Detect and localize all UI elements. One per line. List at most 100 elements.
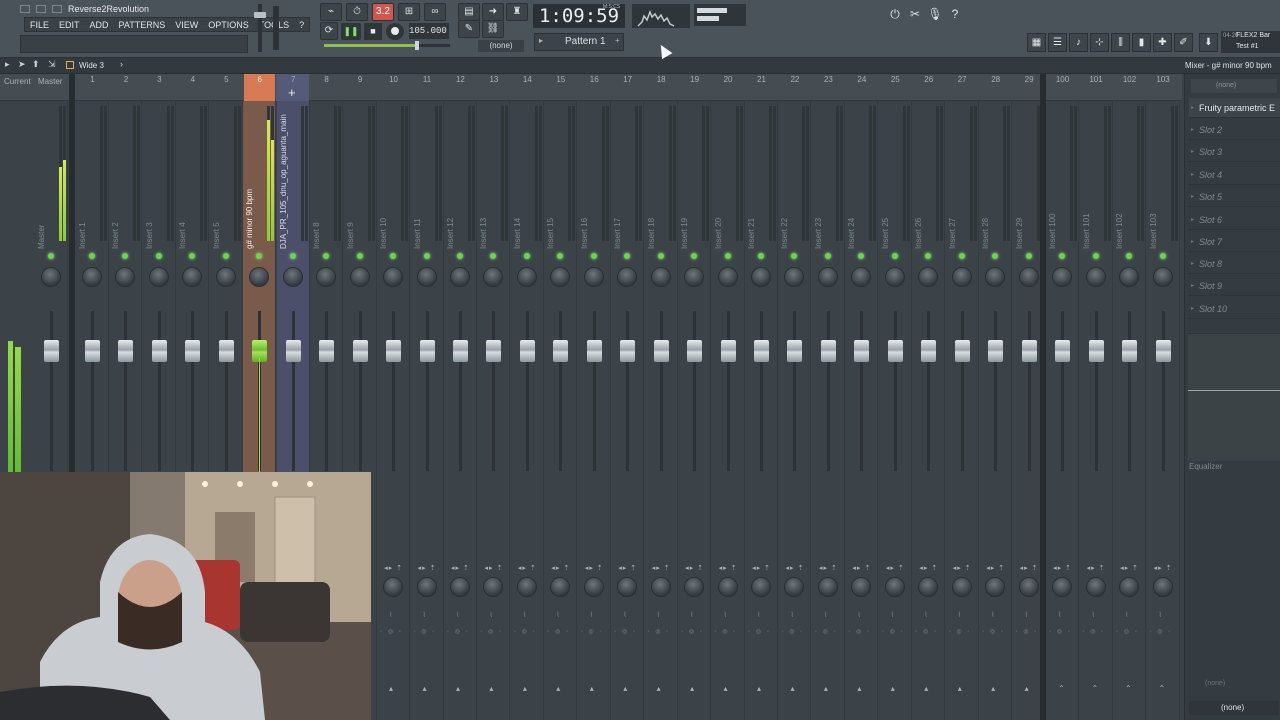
enable-led-icon[interactable] (1159, 253, 1166, 259)
snap-select[interactable]: (none) (478, 40, 524, 52)
route-arrow-icon[interactable]: ▴ (924, 684, 928, 693)
volume-fader[interactable] (954, 340, 970, 362)
stereo-separation-knob[interactable] (751, 577, 771, 597)
enable-led-icon[interactable] (791, 253, 798, 259)
strip-name[interactable]: Insert 16 (580, 109, 594, 249)
mixer-strip-23[interactable]: 23 Insert 23 ◂▸ ⇡ ⌇ ◦ ◎ ◦ ▴ (812, 75, 845, 720)
volume-fader[interactable] (854, 340, 870, 362)
volume-fader[interactable] (1122, 340, 1137, 362)
volume-fader[interactable] (553, 340, 569, 362)
pattern-add-icon[interactable]: + (615, 36, 620, 45)
pan-knob[interactable] (215, 267, 236, 287)
stereo-separation-knob[interactable] (784, 577, 805, 597)
strip-name[interactable]: Insert 12 (446, 109, 460, 249)
disk-record-icon[interactable]: ◦ ◎ ◦ (414, 628, 437, 635)
typing-keyboard-icon[interactable]: ▤ (458, 3, 480, 21)
polarity-icon[interactable]: ⌇ (423, 611, 426, 619)
mixer-strip-10[interactable]: 10 Insert 10 ◂▸ ⇡ ⌇ ◦ ◎ ◦ ▴ (377, 75, 411, 720)
stereo-separation-knob[interactable] (383, 577, 404, 597)
strip-name[interactable]: DJA_PR_105_dnu_op_aguanta_main (279, 109, 293, 249)
enable-led-icon[interactable] (992, 253, 999, 259)
route-arrow-icon[interactable]: ▴ (757, 684, 761, 693)
polarity-icon[interactable]: ⌇ (991, 611, 994, 619)
pan-knob[interactable] (784, 267, 805, 287)
fx-slot-10[interactable]: ▸ Slot 10 (1189, 299, 1280, 319)
disk-record-icon[interactable]: ◦ ◎ ◦ (1150, 628, 1173, 635)
tools-icon[interactable]: ✂ (906, 5, 924, 23)
input-select[interactable]: (none) (1191, 79, 1277, 93)
pan-knob[interactable] (918, 267, 939, 287)
pan-knob[interactable] (884, 267, 905, 287)
disk-record-icon[interactable]: ◦ ◎ ◦ (781, 628, 804, 635)
enable-led-icon[interactable] (858, 253, 865, 259)
pan-knob[interactable] (115, 267, 136, 287)
menu-patterns[interactable]: PATTERNS (114, 18, 171, 31)
mixer-strip-15[interactable]: 15 Insert 15 ◂▸ ⇡ ⌇ ◦ ◎ ◦ ▴ (544, 75, 578, 720)
pattern-selector[interactable]: ▸ Pattern 1 + (534, 33, 624, 51)
disk-record-icon[interactable]: ◦ ◎ ◦ (815, 628, 838, 635)
swap-arrows-icon[interactable]: ◂▸ ⇡ (478, 564, 509, 572)
enable-led-icon[interactable] (958, 253, 965, 259)
master-pitch-slider[interactable] (273, 6, 279, 50)
pattern-prev-icon[interactable]: ▸ (539, 36, 543, 45)
volume-fader[interactable] (1021, 340, 1037, 362)
disk-record-icon[interactable]: ◦ ◎ ◦ (648, 628, 671, 635)
pan-knob[interactable] (516, 267, 537, 287)
enable-led-icon[interactable] (758, 253, 764, 259)
route-arrow-icon[interactable]: ▴ (623, 684, 627, 693)
swap-arrows-icon[interactable]: ◂▸ ⇡ (980, 564, 1011, 572)
polarity-icon[interactable]: ⌇ (1159, 611, 1162, 619)
mic-icon[interactable]: 🎙 (926, 5, 944, 23)
mixer-strip-26[interactable]: 26 Insert 26 ◂▸ ⇡ ⌇ ◦ ◎ ◦ ▴ (912, 75, 946, 720)
route-arrow-icon[interactable]: ▴ (590, 684, 594, 693)
volume-fader[interactable] (887, 340, 903, 362)
equalizer-graph[interactable] (1188, 333, 1280, 461)
minimize-button[interactable] (20, 5, 30, 13)
news-panel[interactable]: 04-20 FLEX2 Bar Test #1 (1221, 31, 1280, 53)
swap-arrows-icon[interactable]: ◂▸ ⇡ (1148, 564, 1179, 572)
route-arrow-icon[interactable]: ⌃ (1159, 684, 1166, 693)
route-arrow-icon[interactable]: ▴ (891, 684, 895, 693)
stereo-separation-knob[interactable] (918, 577, 939, 597)
stereo-separation-knob[interactable] (1052, 577, 1072, 597)
route-arrow-icon[interactable]: ▴ (423, 684, 427, 693)
pan-knob[interactable] (751, 267, 771, 287)
volume-fader[interactable] (486, 340, 502, 362)
enable-led-icon[interactable] (289, 253, 296, 259)
swap-arrows-icon[interactable]: ◂▸ ⇡ (1114, 564, 1145, 572)
polarity-icon[interactable]: ⌇ (958, 611, 961, 619)
pan-knob[interactable] (148, 267, 169, 287)
swap-arrows-icon[interactable]: ◂▸ ⇡ (445, 564, 476, 572)
pan-knob[interactable] (1018, 267, 1039, 287)
help-icon[interactable]: ? (946, 5, 964, 23)
main-volume-bar[interactable] (324, 41, 450, 50)
enable-led-icon[interactable] (48, 253, 54, 259)
fx-slot-5[interactable]: ▸ Slot 5 (1189, 187, 1280, 207)
route-arrow-icon[interactable]: ▴ (790, 684, 794, 693)
pan-knob[interactable] (82, 267, 102, 287)
fx-slot-7[interactable]: ▸ Slot 7 (1189, 232, 1280, 252)
stop-button[interactable]: ■ (364, 23, 382, 40)
mode-badge[interactable]: 3.2 (372, 3, 394, 21)
disk-record-icon[interactable]: ◦ ◎ ◦ (614, 628, 637, 635)
swap-arrows-icon[interactable]: ◂▸ ⇡ (779, 564, 810, 572)
volume-fader[interactable] (653, 340, 669, 362)
disk-record-icon[interactable]: ◦ ◎ ◦ (982, 628, 1005, 635)
pan-knob[interactable] (349, 267, 370, 287)
polarity-icon[interactable]: ⌇ (790, 611, 793, 619)
pan-knob[interactable] (282, 267, 303, 287)
metronome-icon[interactable]: ⌁ (320, 3, 342, 21)
strip-name[interactable]: Insert 2 (111, 109, 125, 249)
enable-led-icon[interactable] (1126, 253, 1132, 259)
strip-name[interactable]: Insert 102 (1115, 109, 1129, 249)
swap-arrows-icon[interactable]: ◂▸ ⇡ (713, 564, 744, 572)
enable-led-icon[interactable] (490, 253, 497, 259)
mixer-strip-13[interactable]: 13 Insert 13 ◂▸ ⇡ ⌇ ◦ ◎ ◦ ▴ (477, 75, 511, 720)
swap-arrows-icon[interactable]: ◂▸ ⇡ (880, 564, 911, 572)
volume-fader[interactable] (620, 340, 636, 362)
disk-record-icon[interactable]: ◦ ◎ ◦ (882, 628, 905, 635)
menu-view[interactable]: VIEW (170, 18, 203, 31)
enable-led-icon[interactable] (356, 253, 363, 259)
swap-arrows-icon[interactable]: ◂▸ ⇡ (1047, 564, 1078, 572)
close-button[interactable] (52, 5, 62, 13)
